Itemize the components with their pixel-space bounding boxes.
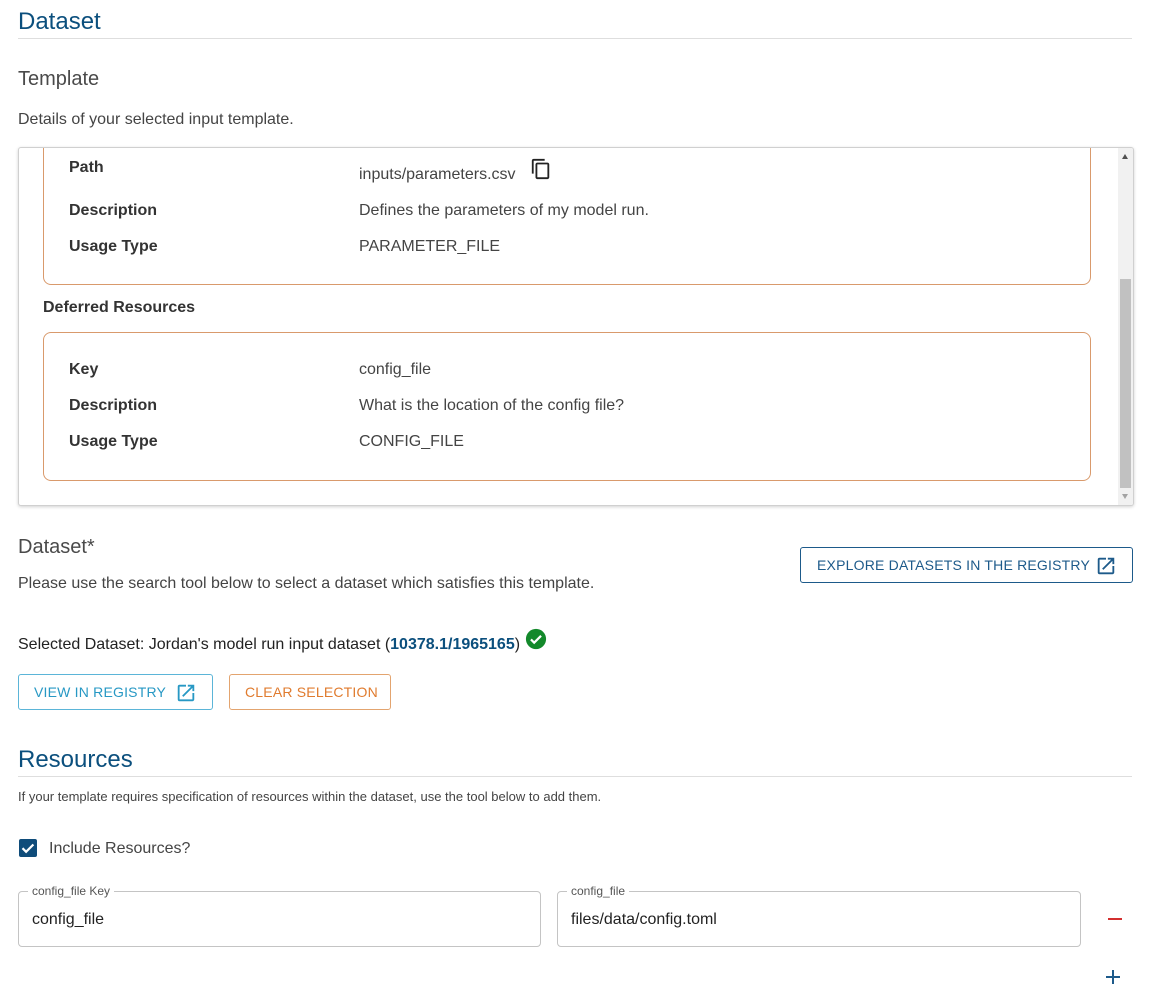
add-icon[interactable] (1102, 966, 1124, 988)
resource-path-field[interactable]: config_file files/data/config.toml (557, 884, 1081, 947)
resources-description: If your template requires specification … (18, 789, 602, 804)
divider (18, 776, 1132, 777)
resource-key-field-label: config_file Key (28, 884, 115, 898)
path-label: Path (69, 159, 104, 176)
explore-datasets-label: EXPLORE DATASETS IN THE REGISTRY (817, 557, 1090, 573)
description-value: Defines the parameters of my model run. (359, 202, 649, 219)
deferred-resources-heading: Deferred Resources (43, 299, 196, 316)
dataset-heading: Dataset* (18, 536, 95, 558)
resource-path-field-label: config_file (567, 884, 630, 898)
clear-selection-label: CLEAR SELECTION (245, 684, 378, 700)
resources-heading: Resources (18, 746, 133, 773)
include-resources-label[interactable]: Include Resources? (49, 840, 190, 858)
description-value: What is the location of the config file? (359, 397, 625, 414)
selected-dataset-prefix: Selected Dataset: Jordan's model run inp… (18, 636, 391, 653)
resource-key-field-value[interactable]: config_file (32, 911, 104, 929)
page-title: Dataset (18, 8, 101, 35)
dataset-instructions: Please use the search tool below to sele… (18, 575, 595, 592)
deferred-resource-card: Key config_file Description What is the … (43, 332, 1091, 481)
selected-dataset: Selected Dataset: Jordan's model run inp… (18, 636, 520, 654)
resource-card: Path inputs/parameters.csv Description D… (43, 148, 1091, 285)
view-in-registry-button[interactable]: VIEW IN REGISTRY (18, 674, 213, 710)
usage-type-value: PARAMETER_FILE (359, 238, 501, 255)
clear-selection-button[interactable]: CLEAR SELECTION (229, 674, 391, 710)
scrollbar-thumb[interactable] (1120, 279, 1131, 488)
check-circle-icon (525, 628, 547, 650)
copy-icon[interactable] (530, 158, 552, 180)
template-heading: Template (18, 68, 100, 90)
scrollbar[interactable] (1118, 148, 1133, 505)
usage-type-value: CONFIG_FILE (359, 433, 464, 450)
explore-datasets-button[interactable]: EXPLORE DATASETS IN THE REGISTRY (800, 547, 1133, 583)
divider (18, 38, 1132, 39)
external-link-icon (175, 682, 197, 704)
selected-dataset-suffix: ) (514, 636, 521, 653)
scroll-up-icon[interactable] (1122, 154, 1128, 159)
remove-icon[interactable] (1104, 908, 1126, 930)
include-resources-checkbox[interactable] (19, 839, 37, 857)
selected-dataset-id[interactable]: 10378.1/1965165 (390, 636, 515, 653)
resource-path-field-value[interactable]: files/data/config.toml (571, 911, 717, 929)
path-value: inputs/parameters.csv (359, 166, 516, 183)
usage-type-label: Usage Type (69, 433, 158, 450)
template-description: Details of your selected input template. (18, 111, 294, 128)
key-label: Key (69, 361, 99, 378)
view-in-registry-label: VIEW IN REGISTRY (34, 684, 167, 700)
description-label: Description (69, 202, 158, 219)
template-details-panel[interactable]: Path inputs/parameters.csv Description D… (18, 147, 1134, 506)
resource-key-field[interactable]: config_file Key config_file (18, 884, 541, 947)
description-label: Description (69, 397, 158, 414)
usage-type-label: Usage Type (69, 238, 158, 255)
key-value: config_file (359, 361, 432, 378)
scroll-down-icon[interactable] (1122, 494, 1128, 499)
external-link-icon (1095, 555, 1117, 577)
